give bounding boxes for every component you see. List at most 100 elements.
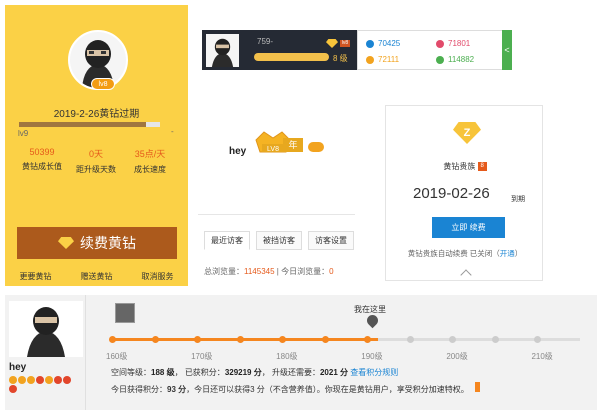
tab-blocked-visitors[interactable]: 被挡访客	[256, 231, 302, 250]
level-progress-bar	[254, 53, 329, 61]
stat-value: 0天	[88, 149, 103, 159]
level-node	[491, 336, 499, 343]
diamond-icon	[326, 39, 338, 48]
level-node	[151, 336, 159, 343]
collapse-tab[interactable]: <	[502, 30, 512, 70]
stat-leaf: 114882	[436, 55, 474, 64]
stat-value: 35点/天	[134, 149, 166, 159]
username: hey	[229, 146, 247, 157]
diamond-icon	[58, 237, 74, 249]
points-label: 已获积分：	[184, 368, 225, 377]
renew-now-button[interactable]: 立即 续费	[432, 217, 505, 238]
avatar-ninja-icon	[206, 34, 239, 67]
level-label: lv9	[18, 129, 29, 138]
expiry-text: 2019-2-26黄钻过期	[53, 109, 140, 120]
year-badge: 年	[283, 138, 303, 152]
today-earned-label: 今日获得积分：	[111, 385, 167, 394]
auto-renew-end: ）	[514, 249, 523, 258]
level-tick-label: 170级	[191, 352, 213, 361]
yellow-diamond-card: lv8 2019-2-26黄钻过期 lv9 - 50399 黄钻成长值 0天 距…	[5, 5, 188, 286]
level-info: 空间等级：188 级， 已获积分：329219 分， 升级还需要：2021 分 …	[111, 368, 399, 377]
tab-recent-visitors[interactable]: 最近访客	[204, 231, 250, 250]
stat-label: 距升级天数	[76, 165, 116, 174]
fruit-icon	[54, 376, 62, 384]
fruit-icon	[45, 376, 53, 384]
level-node	[406, 336, 414, 343]
stat-days-to-upgrade: 0天 距升级天数	[71, 147, 121, 175]
gold-icon	[366, 55, 374, 64]
stat-value: 50399	[29, 147, 55, 157]
stats-grid: 70425 71801 72111 114882	[357, 30, 507, 70]
renew-button-label: 续费黄钻	[80, 235, 136, 251]
stat-label: 成长速度	[134, 165, 166, 174]
fruit-icon	[36, 376, 44, 384]
stat-value: 71801	[448, 39, 471, 48]
divider	[198, 214, 355, 215]
collapse-arrow-icon[interactable]	[460, 269, 472, 281]
stat-heart: 71801	[436, 39, 470, 48]
speedup-icon	[475, 382, 480, 392]
diamond-z-icon: Z	[453, 122, 481, 144]
level-node	[449, 336, 457, 343]
drop-icon	[366, 39, 374, 48]
crown-level-text: LV8	[267, 146, 279, 153]
space-level-panel: hey 我在这里 空间等级：188 级， 已获积分：329219 分， 升级还需…	[5, 295, 597, 410]
level-node	[109, 336, 116, 343]
level-node	[279, 336, 287, 343]
level-tick-label: 160级	[106, 352, 128, 361]
noble-card: Z 黄钻贵族 8 2019-02-26 到期 立即 续费 黄钻贵族自动续费 已关…	[385, 105, 543, 281]
stat-value: 114882	[448, 55, 475, 64]
tab-visitor-settings[interactable]: 访客设置	[308, 231, 354, 250]
user-stats-strip: 759- lv8 8 级 70425 71801 72111 114882 <	[202, 30, 512, 70]
fruit-icon	[18, 376, 26, 384]
auto-renew-label: 黄钻贵族自动续费 已关闭（	[407, 249, 500, 258]
renew-yellow-diamond-button[interactable]: 续费黄钻	[17, 227, 177, 259]
expiry-suffix: 到期	[511, 196, 525, 203]
level-tick-label: 210级	[531, 352, 553, 361]
stat-value: 70425	[378, 39, 401, 48]
link-more-diamond[interactable]: 更要黄钻	[20, 271, 52, 282]
leaf-icon	[436, 55, 444, 64]
divider	[85, 295, 86, 410]
level-badge-icon	[115, 303, 135, 323]
small-avatar[interactable]	[206, 34, 239, 67]
noble-title-text: 黄钻贵族	[443, 162, 476, 171]
username: hey	[9, 362, 27, 373]
points-rules-link[interactable]: 查看积分规则	[350, 368, 398, 377]
stat-growth-speed: 35点/天 成长速度	[125, 147, 175, 175]
growth-progress-fill	[19, 122, 146, 127]
total-views-label: 总浏览量：	[204, 267, 244, 276]
level-badge: lv8	[340, 40, 350, 47]
heart-icon	[436, 39, 444, 48]
points-value: 329219 分	[224, 368, 262, 377]
stat-value: 72111	[378, 55, 400, 64]
level-tick-label: 180级	[276, 352, 298, 361]
upgrade-value: 2021 分	[319, 368, 348, 377]
profile-visitors-panel: LV8 年 hey 最近访客 被挡访客 访客设置 总浏览量：1145345 | …	[198, 80, 355, 285]
total-views-value: 1145345	[244, 267, 275, 276]
level-node	[236, 336, 244, 343]
fruit-icon	[27, 376, 35, 384]
upgrade-label: 升级还需要：	[271, 368, 320, 377]
level-value: 188 级	[151, 368, 175, 377]
link-cancel-service[interactable]: 取消服务	[142, 271, 174, 282]
fruit-icon	[63, 376, 71, 384]
level-label: 空间等级：	[111, 368, 151, 377]
level-node	[194, 336, 202, 343]
stat-growth-value: 50399 黄钻成长值	[17, 147, 67, 172]
growth-progress-bar	[19, 122, 160, 127]
avatar-ninja-icon	[9, 301, 83, 357]
auto-renew-status: 黄钻贵族自动续费 已关闭（开通）	[386, 248, 544, 259]
fruit-icons	[9, 376, 79, 393]
level-node	[364, 336, 372, 343]
today-earned-value: 93 分	[167, 385, 187, 394]
fruit-icon	[9, 385, 17, 393]
stat-drop: 70425	[366, 39, 400, 48]
avatar[interactable]	[9, 301, 83, 357]
enable-auto-renew-link[interactable]: 开通	[500, 249, 515, 258]
level-tick-label: 190级	[361, 352, 383, 361]
next-level-marker: -	[171, 127, 174, 136]
link-gift-diamond[interactable]: 赠送黄钻	[81, 271, 113, 282]
visit-stats: 总浏览量：1145345 | 今日浏览量：0	[204, 266, 334, 277]
orange-icon	[308, 142, 324, 152]
